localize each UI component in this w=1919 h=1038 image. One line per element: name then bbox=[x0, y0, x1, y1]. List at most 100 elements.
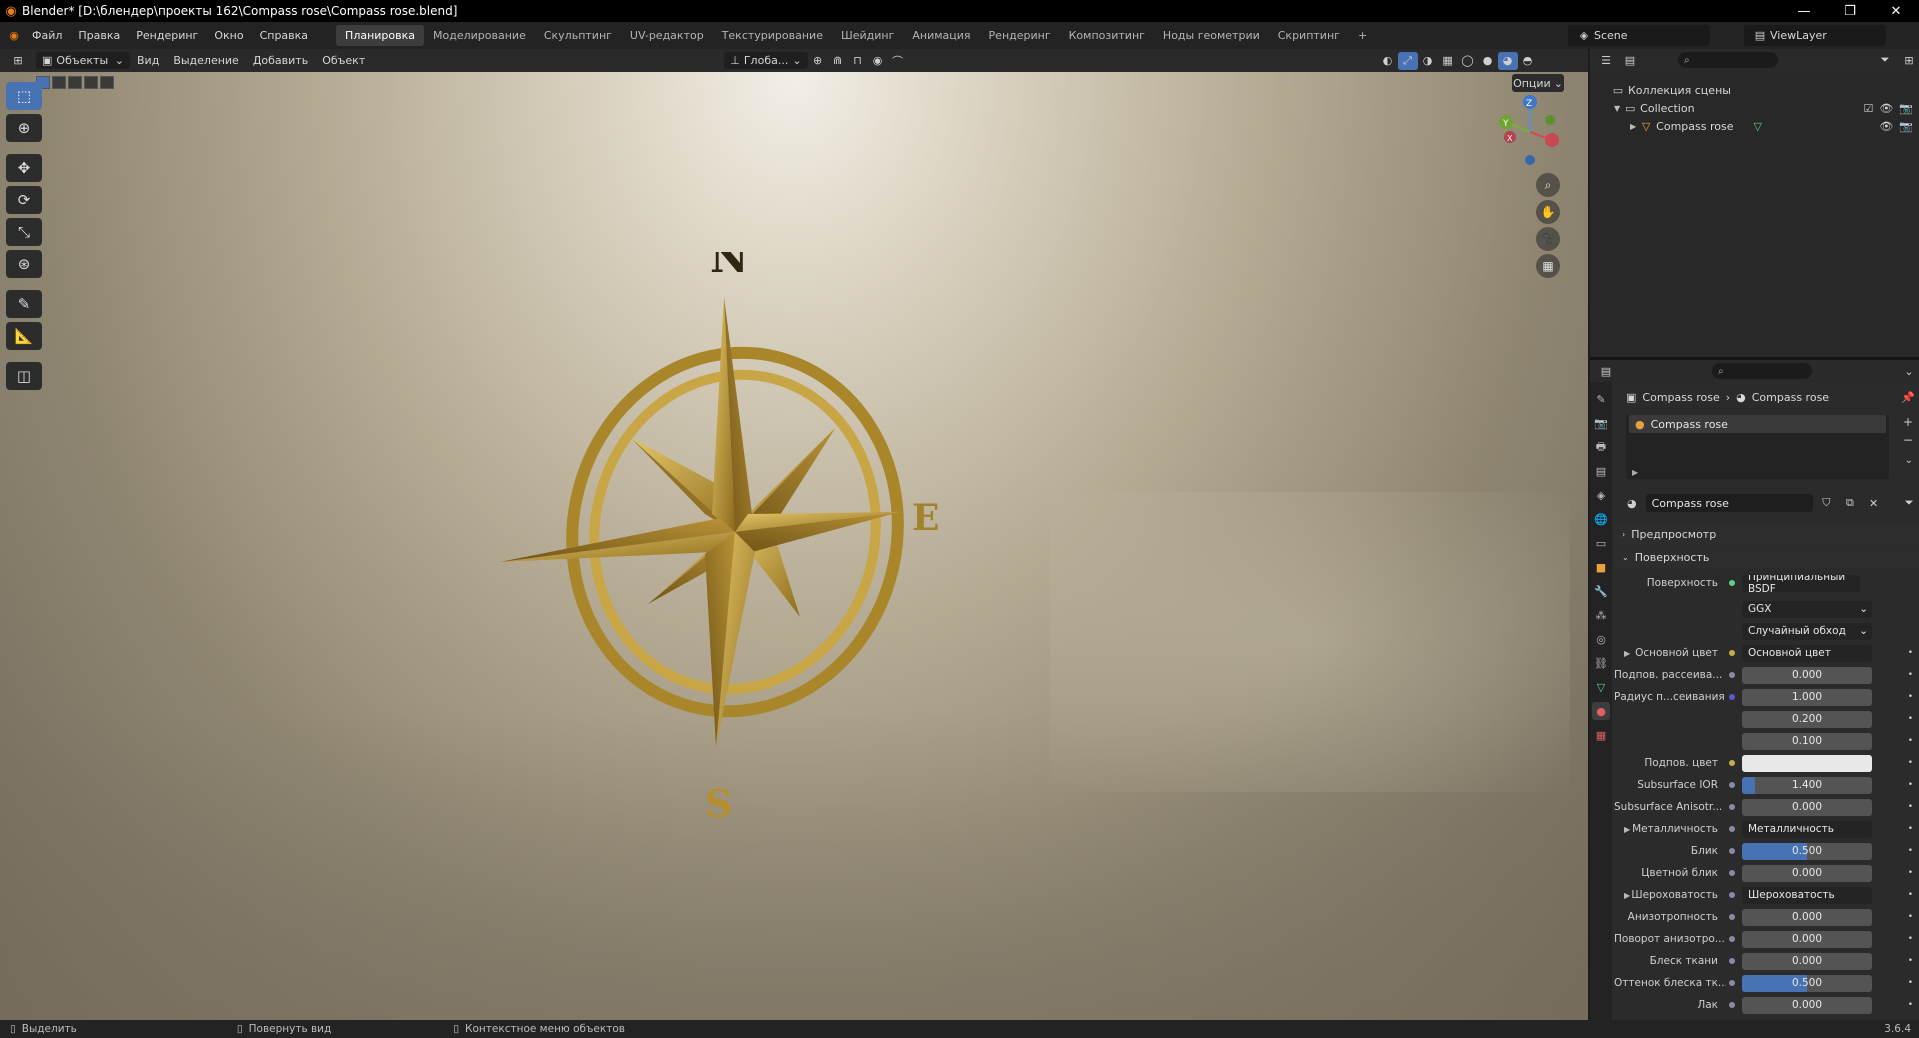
menu-render[interactable]: Рендеринг bbox=[128, 29, 206, 42]
pan-hand-icon[interactable]: ✋ bbox=[1536, 200, 1560, 224]
keyframe-dot-icon[interactable]: • bbox=[1908, 1000, 1913, 1010]
tool-tab-icon[interactable]: ✎ bbox=[1592, 390, 1610, 408]
outliner-row-collection[interactable]: ▼ ▭ Collection ☑ 👁 📷 bbox=[1590, 99, 1919, 117]
keyframe-dot-icon[interactable]: • bbox=[1908, 670, 1913, 680]
properties-search-input[interactable]: ⌕ bbox=[1712, 363, 1812, 379]
keyframe-dot-icon[interactable]: • bbox=[1908, 890, 1913, 900]
keyframe-dot-icon[interactable]: • bbox=[1908, 956, 1913, 966]
surface-shader-field[interactable]: Принципиальный BSDF bbox=[1742, 574, 1860, 592]
tab-layout[interactable]: Планировка bbox=[336, 25, 425, 46]
visibility-filter-icon[interactable]: ◐ bbox=[1378, 52, 1398, 70]
zoom-icon[interactable]: ⌕ bbox=[1536, 173, 1560, 197]
value-slider[interactable]: 0.000 bbox=[1742, 666, 1872, 684]
remove-slot-icon[interactable]: − bbox=[1903, 433, 1913, 447]
collection-tab-icon[interactable]: ▭ bbox=[1592, 534, 1610, 552]
select-invert-icon[interactable] bbox=[84, 76, 98, 89]
compass-rose-model[interactable]: N W E S bbox=[500, 252, 1150, 1002]
socket-icon[interactable] bbox=[1726, 713, 1738, 725]
material-name-field[interactable]: Compass rose bbox=[1645, 494, 1813, 512]
keyframe-dot-icon[interactable]: • bbox=[1908, 780, 1913, 790]
outliner-search-input[interactable]: ⌕ bbox=[1678, 52, 1778, 68]
maximize-button[interactable]: ❐ bbox=[1827, 0, 1873, 22]
tab-rendering[interactable]: Рендеринг bbox=[980, 25, 1060, 46]
material-tab-icon[interactable]: ● bbox=[1592, 702, 1610, 720]
menu-view[interactable]: Вид bbox=[130, 52, 166, 69]
snap-icon[interactable]: ⋒ bbox=[828, 52, 848, 70]
scale-tool-icon[interactable]: ⤡ bbox=[6, 218, 42, 246]
material-slot-item[interactable]: ● Compass rose bbox=[1629, 415, 1886, 433]
gizmo-neg-y-icon[interactable] bbox=[1545, 115, 1555, 125]
value-slider[interactable]: 0.000 bbox=[1742, 798, 1872, 816]
filter-icon[interactable]: ⏷ bbox=[1875, 51, 1895, 69]
keyframe-dot-icon[interactable]: • bbox=[1908, 978, 1913, 988]
menu-select[interactable]: Выделение bbox=[166, 52, 246, 69]
linked-input-field[interactable]: Шероховатость bbox=[1742, 886, 1872, 904]
value-slider[interactable]: 0.000 bbox=[1742, 930, 1872, 948]
snap-target-icon[interactable]: ⊓ bbox=[848, 52, 868, 70]
surface-panel-header[interactable]: ⌄ Поверхность bbox=[1614, 546, 1919, 568]
camera-view-icon[interactable]: 🎥 bbox=[1536, 227, 1560, 251]
keyframe-dot-icon[interactable]: • bbox=[1908, 736, 1913, 746]
scene-tab-icon[interactable]: ◈ bbox=[1592, 486, 1610, 504]
menu-window[interactable]: Окно bbox=[206, 29, 251, 42]
keyframe-dot-icon[interactable]: • bbox=[1908, 868, 1913, 878]
rotate-tool-icon[interactable]: ⟳ bbox=[6, 186, 42, 214]
transform-tool-icon[interactable]: ⊛ bbox=[6, 250, 42, 278]
proportional-editing-icon[interactable]: ◉ bbox=[868, 52, 888, 70]
keyframe-dot-icon[interactable]: • bbox=[1908, 648, 1913, 658]
display-mode-icon[interactable]: ▤ bbox=[1620, 51, 1640, 69]
socket-icon[interactable] bbox=[1726, 955, 1738, 967]
scene-selector[interactable]: ◈ Scene bbox=[1568, 25, 1710, 46]
keyframe-dot-icon[interactable]: • bbox=[1908, 824, 1913, 834]
measure-tool-icon[interactable]: 📐 bbox=[6, 322, 42, 350]
wireframe-shading-icon[interactable]: ◯ bbox=[1458, 52, 1478, 70]
add-cube-tool-icon[interactable]: ◫ bbox=[6, 362, 42, 390]
expand-arrow-icon[interactable]: ▶ bbox=[1624, 825, 1630, 834]
world-tab-icon[interactable]: 🌐 bbox=[1592, 510, 1610, 528]
render-camera-icon[interactable]: 📷 bbox=[1899, 102, 1913, 115]
gizmo-x-icon[interactable] bbox=[1545, 133, 1559, 147]
outliner-row-scene-collection[interactable]: ▭ Коллекция сцены bbox=[1590, 81, 1919, 99]
preview-panel-header[interactable]: › Предпросмотр bbox=[1614, 523, 1919, 545]
expand-arrow-icon[interactable]: ▶ bbox=[1624, 649, 1630, 658]
add-slot-icon[interactable]: + bbox=[1903, 415, 1913, 429]
tab-compositing[interactable]: Композитинг bbox=[1060, 25, 1154, 46]
chevron-down-icon[interactable]: ⌄ bbox=[1905, 455, 1913, 466]
tab-scripting[interactable]: Скриптинг bbox=[1269, 25, 1349, 46]
distribution-dropdown[interactable]: GGX ⌄ bbox=[1742, 600, 1872, 618]
menu-help[interactable]: Справка bbox=[252, 29, 316, 42]
navigation-gizmo[interactable]: Z Y X bbox=[1490, 92, 1570, 172]
chevron-down-icon[interactable]: ⌄ bbox=[1899, 362, 1919, 380]
value-slider[interactable]: 0.000 bbox=[1742, 996, 1872, 1014]
pivot-point-icon[interactable]: ⊕ bbox=[808, 52, 828, 70]
value-slider[interactable]: 1.400 bbox=[1742, 776, 1872, 794]
properties-editor-type-icon[interactable]: ▤ bbox=[1596, 362, 1616, 380]
value-slider[interactable]: 0.000 bbox=[1742, 952, 1872, 970]
minimize-button[interactable]: — bbox=[1781, 0, 1827, 22]
outliner-editor-type-icon[interactable]: ☰ bbox=[1596, 51, 1616, 69]
keyframe-dot-icon[interactable]: • bbox=[1908, 846, 1913, 856]
socket-icon[interactable] bbox=[1726, 691, 1738, 703]
keyframe-dot-icon[interactable]: • bbox=[1908, 934, 1913, 944]
keyframe-dot-icon[interactable]: • bbox=[1908, 802, 1913, 812]
value-slider[interactable]: 1.000 bbox=[1742, 688, 1872, 706]
transform-orientation-dropdown[interactable]: ⊥ Глоба... ⌄ bbox=[724, 52, 808, 69]
xray-icon[interactable]: ▦ bbox=[1438, 52, 1458, 70]
move-tool-icon[interactable]: ✥ bbox=[6, 154, 42, 182]
select-intersect-icon[interactable] bbox=[100, 76, 114, 89]
menu-file[interactable]: Файл bbox=[24, 29, 70, 42]
texture-tab-icon[interactable]: ▦ bbox=[1592, 726, 1610, 744]
cursor-tool-icon[interactable]: ⊕ bbox=[6, 114, 42, 142]
view-layer-selector[interactable]: ▤ ViewLayer bbox=[1744, 25, 1886, 46]
socket-icon[interactable] bbox=[1726, 735, 1738, 747]
socket-icon[interactable] bbox=[1726, 647, 1738, 659]
gizmo-toggle-icon[interactable]: ⤢ bbox=[1397, 51, 1418, 70]
keyframe-dot-icon[interactable]: • bbox=[1908, 912, 1913, 922]
value-slider[interactable]: 0.100 bbox=[1742, 732, 1872, 750]
data-tab-icon[interactable]: ▽ bbox=[1592, 678, 1610, 696]
output-tab-icon[interactable]: 🖶 bbox=[1592, 438, 1610, 456]
menu-object[interactable]: Объект bbox=[315, 52, 372, 69]
options-dropdown[interactable]: Опции ⌄ bbox=[1512, 74, 1564, 92]
value-slider[interactable]: 0.000 bbox=[1742, 864, 1872, 882]
physics-tab-icon[interactable]: ◎ bbox=[1592, 630, 1610, 648]
